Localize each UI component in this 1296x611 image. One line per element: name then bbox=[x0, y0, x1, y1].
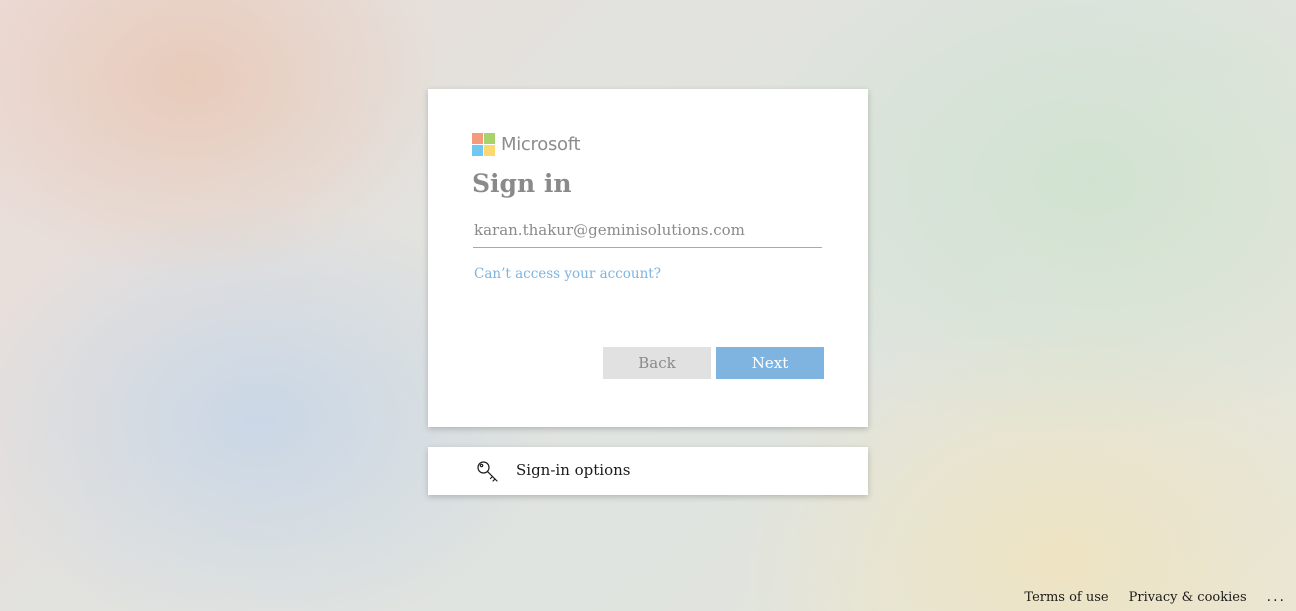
more-options-icon[interactable]: ... bbox=[1267, 589, 1286, 605]
signin-options-label: Sign-in options bbox=[516, 461, 631, 479]
signin-card: Microsoft Sign in Can’t access your acco… bbox=[428, 89, 868, 427]
cant-access-account-link[interactable]: Can’t access your account? bbox=[474, 266, 661, 282]
privacy-cookies-link[interactable]: Privacy & cookies bbox=[1129, 590, 1247, 605]
next-button[interactable]: Next bbox=[716, 347, 824, 379]
microsoft-logo-text: Microsoft bbox=[501, 134, 581, 155]
microsoft-logo-icon bbox=[472, 133, 495, 156]
microsoft-logo: Microsoft bbox=[472, 133, 581, 156]
terms-of-use-link[interactable]: Terms of use bbox=[1024, 590, 1108, 605]
email-field[interactable] bbox=[473, 217, 823, 243]
key-icon bbox=[477, 461, 498, 482]
email-field-container bbox=[473, 217, 823, 248]
signin-options-button[interactable]: Sign-in options bbox=[428, 447, 868, 495]
page-title: Sign in bbox=[472, 169, 572, 198]
footer: Terms of use Privacy & cookies ... bbox=[1004, 589, 1286, 605]
back-button[interactable]: Back bbox=[603, 347, 711, 379]
